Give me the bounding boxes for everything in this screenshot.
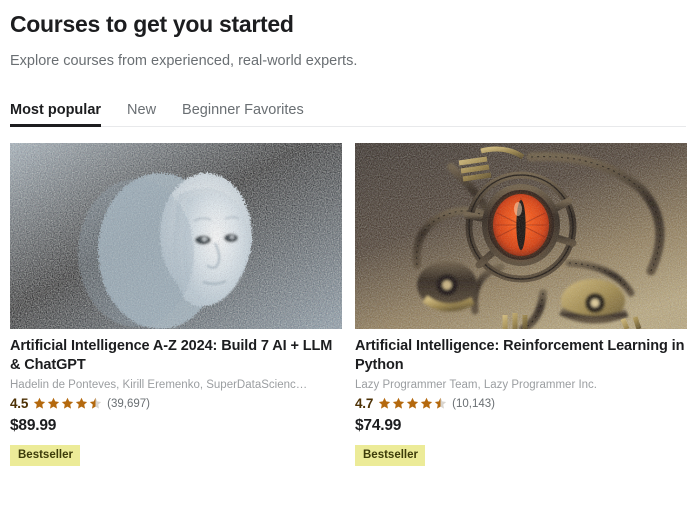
course-title: Artificial Intelligence: Reinforcement L…	[355, 338, 685, 373]
course-cards-grid: Artificial Intelligence A-Z 2024: Build …	[10, 143, 687, 466]
star-icon	[34, 397, 46, 409]
course-instructors: Lazy Programmer Team, Lazy Programmer In…	[355, 379, 598, 392]
rating-value: 4.7	[355, 396, 374, 412]
rating-count: (39,697)	[107, 397, 151, 410]
course-rating: 4.5 (39,697)	[10, 396, 342, 411]
half-star-icon	[90, 397, 102, 409]
tab-most-popular[interactable]: Most popular	[10, 102, 102, 127]
star-icon	[407, 397, 419, 409]
star-icon	[421, 397, 433, 409]
course-instructors: Hadelin de Ponteves, Kirill Eremenko, Su…	[10, 379, 308, 392]
star-icon	[48, 397, 60, 409]
course-rating: 4.7 (10,143)	[355, 396, 687, 411]
bestseller-badge: Bestseller	[355, 445, 425, 466]
course-price: $74.99	[355, 417, 402, 435]
star-rating-icons	[378, 397, 447, 410]
star-icon	[393, 397, 405, 409]
course-thumbnail-ai-a-z	[10, 143, 342, 330]
page-title: Courses to get you started	[10, 11, 294, 37]
tab-new[interactable]: New	[127, 102, 156, 127]
rating-count: (10,143)	[452, 397, 496, 410]
star-icon	[76, 397, 88, 409]
course-thumbnail-reinforcement-learning	[355, 143, 687, 330]
star-rating-icons	[33, 397, 102, 410]
tab-beginner-favorites[interactable]: Beginner Favorites	[182, 102, 304, 127]
page-subtitle: Explore courses from experienced, real-w…	[10, 52, 358, 69]
course-filter-tabs: Most popular New Beginner Favorites	[10, 97, 686, 128]
half-star-icon	[435, 397, 447, 409]
course-title: Artificial Intelligence A-Z 2024: Build …	[10, 338, 333, 373]
bestseller-badge: Bestseller	[10, 445, 80, 466]
course-listing-page: Courses to get you started Explore cours…	[0, 0, 696, 522]
course-card[interactable]: Artificial Intelligence A-Z 2024: Build …	[10, 143, 342, 466]
course-card[interactable]: Artificial Intelligence: Reinforcement L…	[355, 143, 687, 466]
star-icon	[379, 397, 391, 409]
rating-value: 4.5	[10, 396, 29, 412]
star-icon	[62, 397, 74, 409]
course-price: $89.99	[10, 417, 57, 435]
